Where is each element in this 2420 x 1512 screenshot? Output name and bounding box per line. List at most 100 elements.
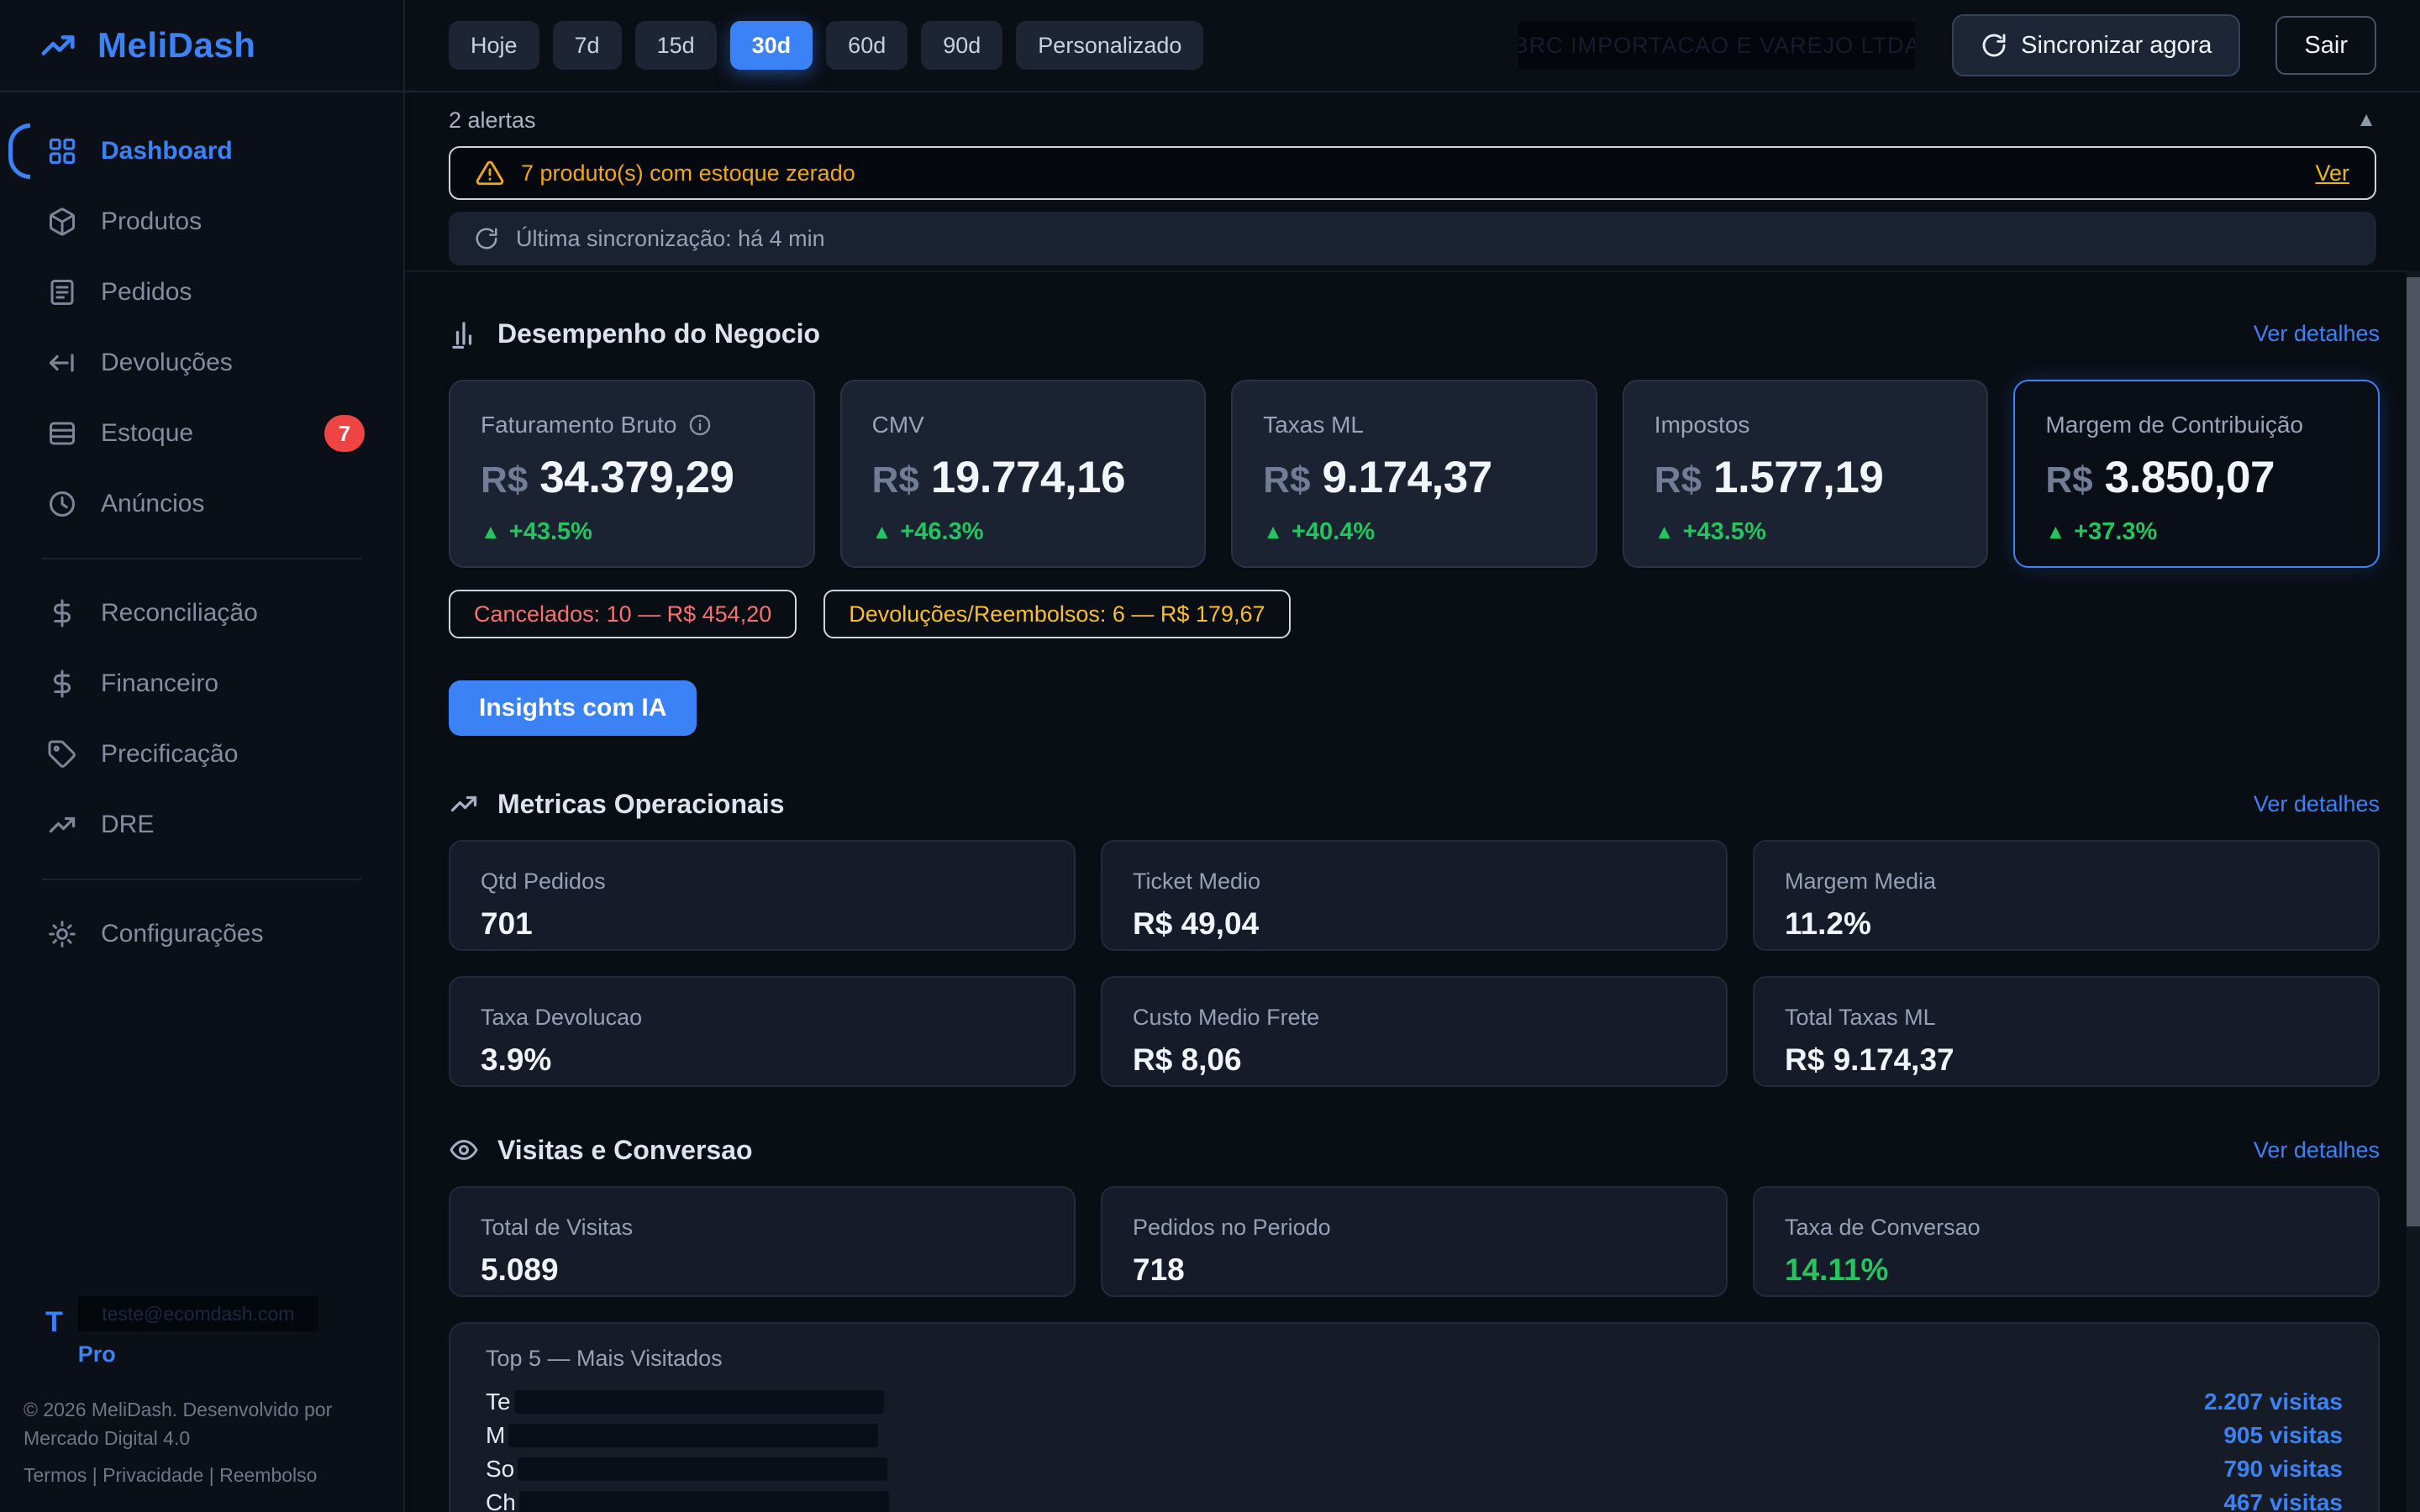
ver-detalhes-link[interactable]: Ver detalhes xyxy=(2254,1137,2380,1163)
kpi-delta: +46.3% xyxy=(900,518,983,546)
sidebar-footer: T teste@ecomdash.com Pro © 2026 MeliDash… xyxy=(0,1296,403,1512)
visit-count: 467 visitas xyxy=(2223,1489,2343,1512)
metric-value: 11.2% xyxy=(1785,906,2348,942)
sidebar-item-reconciliacao[interactable]: Reconciliação xyxy=(20,578,383,648)
info-icon[interactable] xyxy=(688,413,712,437)
sidebar-item-label: Precificação xyxy=(101,740,238,769)
metric-value: 3.9% xyxy=(481,1042,1044,1078)
kpi-label: Margem de Contribuição xyxy=(2045,412,2303,438)
ver-detalhes-link[interactable]: Ver detalhes xyxy=(2254,791,2380,817)
metric-label: Ticket Medio xyxy=(1133,869,1696,895)
dollar-icon xyxy=(47,598,77,628)
kpi-card-margem-contribuicao: Margem de Contribuição R$ 3.850,07 ▲+37.… xyxy=(2013,380,2380,568)
app-name: MeliDash xyxy=(97,25,255,66)
kpi-delta: +37.3% xyxy=(2074,518,2157,546)
user-info: T teste@ecomdash.com Pro xyxy=(45,1296,380,1368)
metric-card-total-taxas: Total Taxas ML R$ 9.174,37 xyxy=(1753,976,2380,1087)
sidebar-item-label: Dashboard xyxy=(101,137,233,165)
kpi-label: Impostos xyxy=(1655,412,1750,438)
legal-links[interactable]: Termos | Privacidade | Reembolso xyxy=(24,1464,380,1487)
sidebar-item-dre[interactable]: DRE xyxy=(20,790,383,860)
filter-hoje[interactable]: Hoje xyxy=(449,21,539,70)
product-name-redacted xyxy=(518,1457,887,1481)
stock-alert-text: 7 produto(s) com estoque zerado xyxy=(521,160,855,186)
trending-up-icon xyxy=(449,789,479,819)
cancelados-chip[interactable]: Cancelados: 10 — R$ 454,20 xyxy=(449,590,797,638)
metric-card-pedidos-periodo: Pedidos no Periodo 718 xyxy=(1101,1186,1728,1297)
sidebar-item-produtos[interactable]: Produtos xyxy=(20,186,383,257)
trending-up-logo-icon xyxy=(39,26,77,65)
grid-icon xyxy=(47,136,77,166)
metric-value: 14.11% xyxy=(1785,1252,2348,1288)
kpi-card-faturamento: Faturamento Bruto R$ 34.379,29 ▲+43.5% xyxy=(449,380,815,568)
logout-button[interactable]: Sair xyxy=(2275,16,2376,75)
kpi-grid: Faturamento Bruto R$ 34.379,29 ▲+43.5% C… xyxy=(449,380,2380,568)
sidebar-item-financeiro[interactable]: Financeiro xyxy=(20,648,383,719)
filter-60d[interactable]: 60d xyxy=(826,21,908,70)
currency-prefix: R$ xyxy=(2045,459,2092,501)
avatar: T xyxy=(45,1296,63,1368)
filter-90d[interactable]: 90d xyxy=(921,21,1002,70)
main-content: Desempenho do Negocio Ver detalhes Fatur… xyxy=(405,272,2420,1512)
trend-up-icon: ▲ xyxy=(1263,521,1283,544)
kpi-delta: +43.5% xyxy=(1683,518,1766,546)
top5-row[interactable]: Te 2.207 visitas xyxy=(486,1385,2343,1419)
currency-prefix: R$ xyxy=(1655,459,1702,501)
ver-detalhes-link[interactable]: Ver detalhes xyxy=(2254,321,2380,347)
kpi-value: 34.379,29 xyxy=(539,452,734,503)
sidebar-nav: Dashboard Produtos Pedidos Devoluções Es… xyxy=(0,92,403,969)
sidebar-item-pedidos[interactable]: Pedidos xyxy=(20,257,383,328)
refresh-icon xyxy=(1981,32,2007,59)
alerts-count: 2 alertas xyxy=(449,108,536,134)
trend-up-icon: ▲ xyxy=(872,521,892,544)
product-name-redacted xyxy=(514,1390,884,1414)
rows-icon xyxy=(47,418,77,449)
top5-row[interactable]: So 790 visitas xyxy=(486,1452,2343,1486)
top5-row[interactable]: M 905 visitas xyxy=(486,1419,2343,1452)
sidebar-item-configuracoes[interactable]: Configurações xyxy=(20,899,383,969)
sidebar-item-devolucoes[interactable]: Devoluções xyxy=(20,328,383,398)
estoque-alert-badge: 7 xyxy=(324,415,365,452)
sidebar-item-precificacao[interactable]: Precificação xyxy=(20,719,383,790)
visit-count: 790 visitas xyxy=(2223,1456,2343,1483)
filter-personalizado[interactable]: Personalizado xyxy=(1016,21,1203,70)
content-column: Hoje 7d 15d 30d 60d 90d Personalizado BR… xyxy=(405,0,2420,1512)
last-sync-row: Última sincronização: há 4 min xyxy=(449,212,2376,265)
ai-insights-button[interactable]: Insights com IA xyxy=(449,680,697,736)
sync-now-button[interactable]: Sincronizar agora xyxy=(1952,14,2240,76)
filter-30d[interactable]: 30d xyxy=(730,21,813,70)
kpi-value: 9.174,37 xyxy=(1322,452,1491,503)
sidebar-item-anuncios[interactable]: Anúncios xyxy=(20,469,383,539)
metric-label: Custo Medio Frete xyxy=(1133,1005,1696,1031)
kpi-delta: +40.4% xyxy=(1292,518,1375,546)
metric-label: Total Taxas ML xyxy=(1785,1005,2348,1031)
top5-title: Top 5 — Mais Visitados xyxy=(486,1346,2343,1372)
clock-icon xyxy=(47,489,77,519)
last-sync-text: Última sincronização: há 4 min xyxy=(516,226,825,252)
product-name-redacted xyxy=(508,1424,878,1447)
sidebar-item-dashboard[interactable]: Dashboard xyxy=(20,116,383,186)
kpi-card-cmv: CMV R$ 19.774,16 ▲+46.3% xyxy=(840,380,1207,568)
collapse-triangle-icon[interactable]: ▲ xyxy=(2356,108,2376,132)
warning-triangle-icon xyxy=(476,159,504,187)
metricas-header: Metricas Operacionais Ver detalhes xyxy=(449,788,2380,820)
sidebar-item-label: Pedidos xyxy=(101,278,192,307)
filter-7d[interactable]: 7d xyxy=(553,21,622,70)
metric-value: 718 xyxy=(1133,1252,1696,1288)
ver-link[interactable]: Ver xyxy=(2315,160,2349,186)
filter-15d[interactable]: 15d xyxy=(635,21,717,70)
alerts-section: 2 alertas ▲ 7 produto(s) com estoque zer… xyxy=(405,92,2420,272)
eye-icon xyxy=(449,1135,479,1165)
devolucoes-chip[interactable]: Devoluções/Reembolsos: 6 — R$ 179,67 xyxy=(823,590,1290,638)
package-icon xyxy=(47,207,77,237)
topbar: Hoje 7d 15d 30d 60d 90d Personalizado BR… xyxy=(405,0,2420,92)
sidebar-item-label: Devoluções xyxy=(101,349,233,377)
visit-count: 2.207 visitas xyxy=(2204,1389,2343,1415)
section-title: Metricas Operacionais xyxy=(497,789,784,820)
metric-card-ticket-medio: Ticket Medio R$ 49,04 xyxy=(1101,840,1728,951)
scrollbar-thumb[interactable] xyxy=(2407,277,2420,1226)
app-logo[interactable]: MeliDash xyxy=(0,0,403,92)
visit-count: 905 visitas xyxy=(2223,1422,2343,1449)
sidebar-item-estoque[interactable]: Estoque 7 xyxy=(20,398,383,469)
top5-row[interactable]: Ch 467 visitas xyxy=(486,1486,2343,1512)
